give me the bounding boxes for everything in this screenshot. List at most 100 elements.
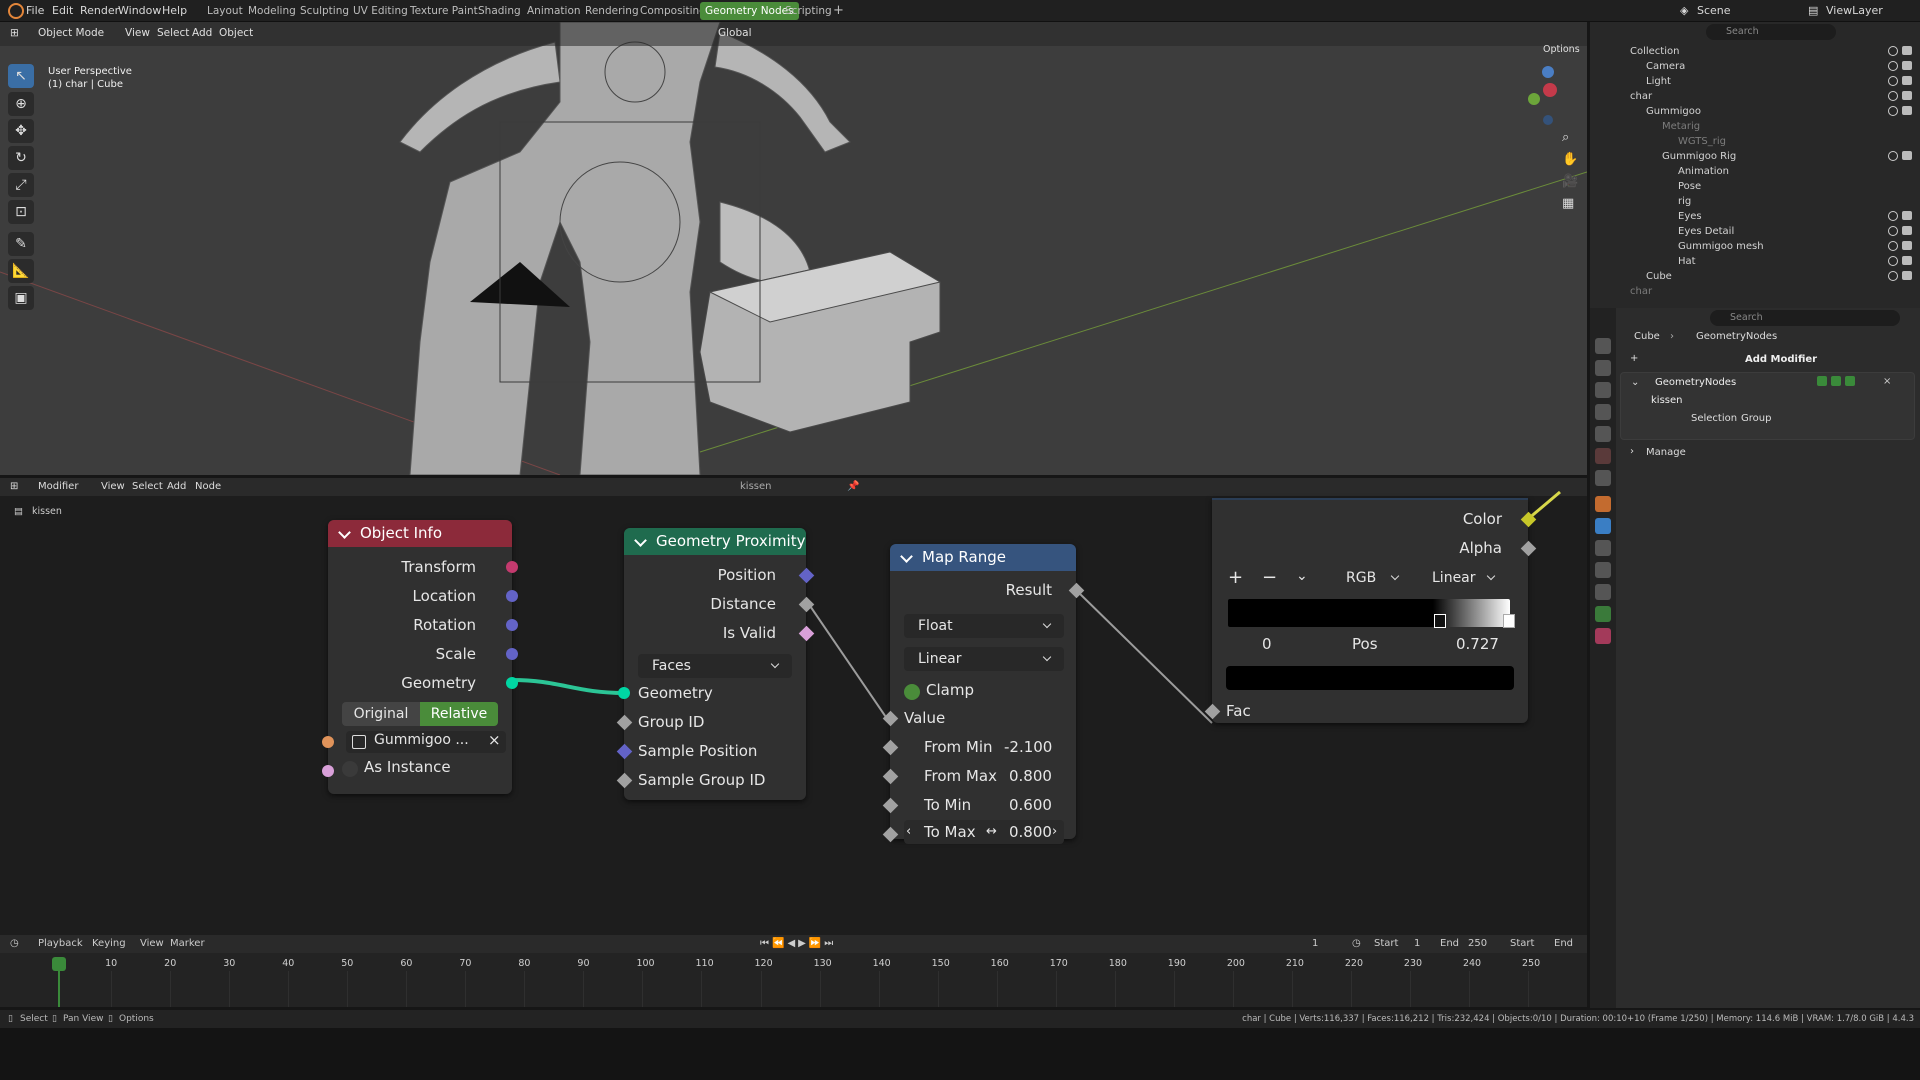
outliner-row[interactable]: Cube bbox=[1590, 269, 1920, 284]
world-tab-icon[interactable] bbox=[1595, 448, 1611, 464]
geometry-output-socket[interactable] bbox=[506, 677, 518, 689]
to-min-field[interactable]: To Min 0.600 bbox=[904, 793, 1064, 817]
pos-value[interactable]: 0.727 bbox=[1456, 635, 1499, 653]
ortho-grid-icon[interactable]: ▦ bbox=[1562, 196, 1574, 211]
object-tab-icon[interactable] bbox=[1595, 496, 1611, 512]
ramp-stop-white[interactable] bbox=[1503, 614, 1515, 628]
rotate-tool-icon[interactable]: ↻ bbox=[8, 146, 34, 170]
add-stop-button[interactable]: + bbox=[1228, 567, 1243, 588]
menu-help[interactable]: Help bbox=[162, 4, 187, 17]
tab-shading[interactable]: Shading bbox=[473, 2, 526, 20]
camera-view-icon[interactable]: 🎥 bbox=[1562, 174, 1578, 189]
transform-orientation[interactable]: Global bbox=[718, 27, 752, 39]
node-editor[interactable]: ⊞ Modifier View Select Add Node kissen 📌… bbox=[0, 478, 1587, 935]
data-tab-icon[interactable] bbox=[1595, 606, 1611, 622]
render-camera-icon[interactable] bbox=[1902, 76, 1912, 85]
outliner-row[interactable]: Metarig bbox=[1590, 119, 1920, 134]
eye-icon[interactable] bbox=[1888, 151, 1898, 161]
tab-sculpting[interactable]: Sculpting bbox=[295, 2, 354, 20]
object-field[interactable]: Gummigoo ... × bbox=[346, 731, 506, 753]
eye-icon[interactable] bbox=[1888, 226, 1898, 236]
move-tool-icon[interactable]: ✥ bbox=[8, 119, 34, 143]
scale-socket[interactable] bbox=[506, 648, 518, 660]
viewlayer-name[interactable]: ViewLayer bbox=[1826, 4, 1883, 17]
render-camera-icon[interactable] bbox=[1902, 271, 1912, 280]
properties-search-input[interactable]: Search bbox=[1710, 310, 1900, 326]
modifier-tab-icon[interactable] bbox=[1595, 518, 1611, 534]
menu-file[interactable]: File bbox=[26, 4, 44, 17]
outliner-row[interactable]: Gummigoo bbox=[1590, 104, 1920, 119]
transform-socket[interactable] bbox=[506, 561, 518, 573]
render-camera-icon[interactable] bbox=[1902, 151, 1912, 160]
decrement-arrow-icon[interactable]: ‹ bbox=[906, 820, 911, 844]
playhead[interactable] bbox=[52, 957, 66, 971]
outliner-search-input[interactable]: Search bbox=[1706, 24, 1836, 40]
original-toggle[interactable]: Original bbox=[342, 702, 420, 726]
timeline-ruler[interactable]: 1102030405060708090100110120130140150160… bbox=[0, 935, 1587, 1007]
interpolation-dropdown[interactable]: Linear bbox=[904, 647, 1064, 671]
outliner-row[interactable]: WGTS_rig bbox=[1590, 134, 1920, 149]
eye-icon[interactable] bbox=[1888, 271, 1898, 281]
ramp-menu-chevron-icon[interactable]: ⌄ bbox=[1296, 568, 1308, 584]
modifier-collapse-icon[interactable]: ⌄ bbox=[1631, 377, 1639, 388]
rotation-socket[interactable] bbox=[506, 619, 518, 631]
viewport-options[interactable]: Options bbox=[1543, 44, 1580, 55]
color-ramp-gradient[interactable] bbox=[1228, 599, 1510, 627]
output-tab-icon[interactable] bbox=[1595, 382, 1611, 398]
location-socket[interactable] bbox=[506, 590, 518, 602]
collection-tab-icon[interactable] bbox=[1595, 470, 1611, 486]
viewport-menu-select[interactable]: Select bbox=[157, 27, 189, 39]
tool-tab-icon[interactable] bbox=[1595, 338, 1611, 354]
zoom-icon[interactable]: ⌕ bbox=[1562, 130, 1569, 145]
annotate-tool-icon[interactable]: ✎ bbox=[8, 232, 34, 256]
view-layer-tab-icon[interactable] bbox=[1595, 404, 1611, 420]
data-type-dropdown[interactable]: Float bbox=[904, 614, 1064, 638]
render-camera-icon[interactable] bbox=[1902, 241, 1912, 250]
modifier-name[interactable]: GeometryNodes bbox=[1655, 377, 1736, 388]
outliner-row[interactable]: Collection bbox=[1590, 44, 1920, 59]
eye-icon[interactable] bbox=[1888, 256, 1898, 266]
increment-arrow-icon[interactable]: › bbox=[1052, 820, 1057, 844]
render-camera-icon[interactable] bbox=[1902, 211, 1912, 220]
outliner-row[interactable]: rig bbox=[1590, 194, 1920, 209]
clamp-checkbox[interactable] bbox=[904, 684, 920, 700]
add-modifier-plus-icon[interactable]: + bbox=[1630, 353, 1638, 364]
clear-object-icon[interactable]: × bbox=[488, 731, 501, 749]
object-input-socket[interactable] bbox=[322, 736, 334, 748]
eye-icon[interactable] bbox=[1888, 241, 1898, 251]
relative-toggle[interactable]: Relative bbox=[420, 702, 498, 726]
particles-tab-icon[interactable] bbox=[1595, 540, 1611, 556]
node-group-name[interactable]: kissen bbox=[1651, 395, 1682, 406]
map-range-header[interactable]: Map Range bbox=[890, 544, 1076, 571]
tab-texture-paint[interactable]: Texture Paint bbox=[405, 2, 483, 20]
scene-selector-icon[interactable]: ◈ bbox=[1680, 4, 1688, 17]
menu-render[interactable]: Render bbox=[80, 4, 119, 17]
outliner-row[interactable]: Hat bbox=[1590, 254, 1920, 269]
render-camera-icon[interactable] bbox=[1902, 106, 1912, 115]
selection-label[interactable]: Selection bbox=[1691, 413, 1737, 424]
scale-tool-icon[interactable]: ⤢ bbox=[8, 173, 34, 197]
scene-tab-icon[interactable] bbox=[1595, 426, 1611, 442]
modifier-close-icon[interactable]: × bbox=[1883, 376, 1891, 387]
remove-stop-button[interactable]: − bbox=[1262, 567, 1277, 588]
eye-icon[interactable] bbox=[1888, 211, 1898, 221]
stop-color-swatch[interactable] bbox=[1226, 666, 1514, 690]
tab-animation[interactable]: Animation bbox=[522, 2, 586, 20]
object-info-node[interactable]: Object Info Transform Location Rotation … bbox=[322, 520, 518, 794]
transform-tool-icon[interactable]: ⊡ bbox=[8, 200, 34, 224]
material-tab-icon[interactable] bbox=[1595, 628, 1611, 644]
ramp-interpolation-dropdown[interactable]: Linear bbox=[1418, 566, 1508, 590]
mode-selector[interactable]: Object Mode bbox=[38, 27, 104, 39]
eye-icon[interactable] bbox=[1888, 46, 1898, 56]
render-camera-icon[interactable] bbox=[1902, 61, 1912, 70]
menu-window[interactable]: Window bbox=[118, 4, 161, 17]
outliner-row[interactable]: char bbox=[1590, 284, 1920, 299]
3d-viewport[interactable]: ⊞ Object Mode View Select Add Object Glo… bbox=[0, 22, 1587, 475]
measure-tool-icon[interactable]: 📐 bbox=[8, 259, 34, 283]
geometry-proximity-node[interactable]: Geometry Proximity Position Distance Is … bbox=[616, 528, 815, 800]
timeline[interactable]: ◷ Playback Keying View Marker ⏮⏪◀▶⏩⏭ 1 ◷… bbox=[0, 935, 1587, 1007]
from-max-field[interactable]: From Max 0.800 bbox=[904, 764, 1064, 788]
show-viewport-icon[interactable] bbox=[1831, 376, 1841, 386]
blender-logo-icon[interactable] bbox=[8, 3, 24, 19]
editor-type-icon[interactable]: ⊞ bbox=[10, 27, 19, 39]
